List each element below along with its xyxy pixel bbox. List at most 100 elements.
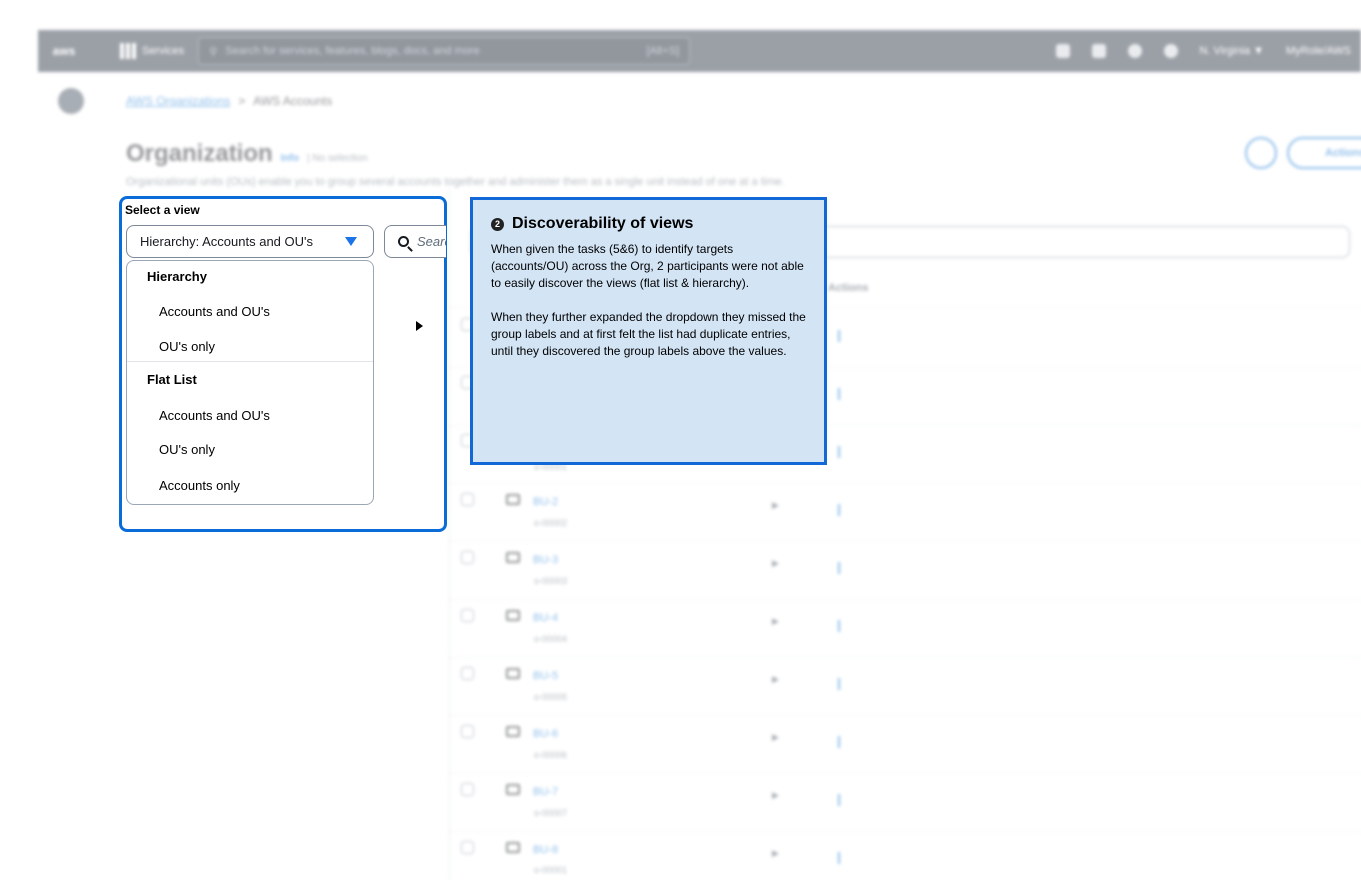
ou-row-name[interactable]: BU-7 <box>533 786 558 798</box>
view-search-input[interactable]: Search <box>384 225 446 258</box>
finding-number-badge: 2 <box>491 217 504 231</box>
aws-logo[interactable]: aws <box>38 30 90 72</box>
row-checkbox[interactable] <box>461 841 474 854</box>
search-icon <box>398 236 409 247</box>
page-title: Organization <box>126 140 273 167</box>
option-hierarchy-accounts-ous[interactable]: Accounts and OU's <box>159 304 270 319</box>
row-divider <box>450 483 1361 484</box>
ou-row-name[interactable]: BU-2 <box>533 496 558 508</box>
ou-row-id: o-00002 <box>534 518 568 528</box>
ou-row-name[interactable]: BU-6 <box>533 728 558 740</box>
option-flat-accounts-ous[interactable]: Accounts and OU's <box>159 408 270 423</box>
cloudshell-icon[interactable] <box>1055 44 1070 58</box>
ou-row-name[interactable]: BU-3 <box>533 554 558 566</box>
info-link[interactable]: Info <box>281 153 299 164</box>
row-actions-icon[interactable] <box>838 388 840 400</box>
row-actions-icon[interactable] <box>838 330 840 342</box>
view-dropdown-menu: Hierarchy Accounts and OU's OU's only Fl… <box>126 260 374 505</box>
row-checkbox[interactable] <box>461 551 474 564</box>
row-actions-icon[interactable] <box>838 562 840 574</box>
row-checkbox[interactable] <box>461 725 474 738</box>
ou-row-name[interactable]: BU-8 <box>533 844 558 856</box>
global-search-placeholder: Search for services, features, blogs, do… <box>225 45 480 57</box>
expand-arrow-icon[interactable]: ▶ <box>772 848 779 859</box>
callout-paragraph-2: When they further expanded the dropdown … <box>491 310 806 358</box>
ou-row-id: o-00005 <box>534 692 568 702</box>
callout-title: Discoverability of views <box>512 215 694 232</box>
expand-arrow-icon[interactable] <box>416 321 423 331</box>
ou-row-id: o-00001 <box>534 865 568 875</box>
breadcrumb: AWS Organizations > AWS Accounts <box>126 94 332 108</box>
breadcrumb-root-link[interactable]: AWS Organizations <box>126 94 230 108</box>
nav-utilities: N. Virginia ▼ MyRole/AWS <box>1055 44 1361 58</box>
row-checkbox[interactable] <box>461 783 474 796</box>
settings-icon[interactable] <box>1163 44 1178 58</box>
row-actions-icon[interactable] <box>838 446 840 458</box>
account-menu[interactable]: MyRole/AWS <box>1286 45 1351 57</box>
ou-row-id: o-00006 <box>534 750 568 760</box>
folder-icon <box>506 610 520 621</box>
folder-icon <box>506 726 520 737</box>
panel-divider <box>449 190 450 880</box>
expand-arrow-icon[interactable]: ▶ <box>772 790 779 801</box>
row-actions-icon[interactable] <box>838 852 840 864</box>
services-menu[interactable]: Services <box>120 43 184 59</box>
finding-callout: 2 Discoverability of views When given th… <box>470 197 827 465</box>
row-checkbox[interactable] <box>461 609 474 622</box>
row-checkbox[interactable] <box>461 493 474 506</box>
actions-button[interactable]: Actions <box>1287 137 1361 169</box>
ou-row-name[interactable]: BU-5 <box>533 670 558 682</box>
bell-icon[interactable] <box>1091 44 1106 58</box>
search-shortcut: [Alt+S] <box>646 45 680 57</box>
row-actions-icon[interactable] <box>838 794 840 806</box>
row-divider <box>450 773 1361 774</box>
ou-row-id: o-00004 <box>534 634 568 644</box>
option-flat-ous-only[interactable]: OU's only <box>159 442 215 457</box>
row-divider <box>450 715 1361 716</box>
row-divider <box>450 657 1361 658</box>
usability-annotation-screenshot: aws Services ⚲ Search for services, feat… <box>0 0 1361 880</box>
option-flat-accounts-only[interactable]: Accounts only <box>159 478 240 493</box>
callout-header: 2 Discoverability of views <box>491 215 808 233</box>
selection-status: | No selection <box>307 153 368 164</box>
refresh-button[interactable] <box>1245 137 1277 169</box>
group-label-hierarchy: Hierarchy <box>147 269 207 284</box>
view-search-placeholder: Search <box>417 234 446 249</box>
folder-icon <box>506 784 520 795</box>
callout-paragraph-1: When given the tasks (5&6) to identify t… <box>491 242 804 290</box>
row-divider <box>450 831 1361 832</box>
expand-arrow-icon[interactable]: ▶ <box>772 732 779 743</box>
view-dropdown-value: Hierarchy: Accounts and OU's <box>140 234 313 249</box>
help-icon[interactable] <box>1127 44 1142 58</box>
global-search-input[interactable]: ⚲ Search for services, features, blogs, … <box>198 37 691 65</box>
search-icon: ⚲ <box>209 45 218 58</box>
group-label-flat-list: Flat List <box>147 372 197 387</box>
ou-row-id: o-00003 <box>534 576 568 586</box>
expand-arrow-icon[interactable]: ▶ <box>772 674 779 685</box>
option-hierarchy-ous-only[interactable]: OU's only <box>159 339 215 354</box>
column-header-actions: Actions <box>828 282 869 294</box>
expand-arrow-icon[interactable]: ▶ <box>772 500 779 511</box>
grid-icon <box>120 43 136 59</box>
row-actions-icon[interactable] <box>838 620 840 632</box>
row-checkbox[interactable] <box>461 667 474 680</box>
region-selector[interactable]: N. Virginia ▼ <box>1200 45 1265 57</box>
ou-row-id: o-00007 <box>534 808 568 818</box>
page-header: Organization Info | No selection <box>126 140 367 168</box>
services-label: Services <box>142 45 185 57</box>
expand-arrow-icon[interactable]: ▶ <box>772 558 779 569</box>
row-actions-icon[interactable] <box>838 504 840 516</box>
group-divider <box>127 361 373 362</box>
row-actions-icon[interactable] <box>838 736 840 748</box>
folder-icon <box>506 494 520 505</box>
expand-arrow-icon[interactable]: ▶ <box>772 616 779 627</box>
view-dropdown[interactable]: Hierarchy: Accounts and OU's <box>126 225 374 258</box>
breadcrumb-current: AWS Accounts <box>253 94 333 108</box>
folder-icon <box>506 668 520 679</box>
top-navigation-bar: aws Services ⚲ Search for services, feat… <box>38 30 1361 72</box>
ou-row-name[interactable]: BU-4 <box>533 612 558 624</box>
caret-down-icon <box>345 237 357 246</box>
row-actions-icon[interactable] <box>838 678 840 690</box>
side-nav-toggle[interactable] <box>58 88 84 114</box>
folder-icon <box>506 552 520 563</box>
